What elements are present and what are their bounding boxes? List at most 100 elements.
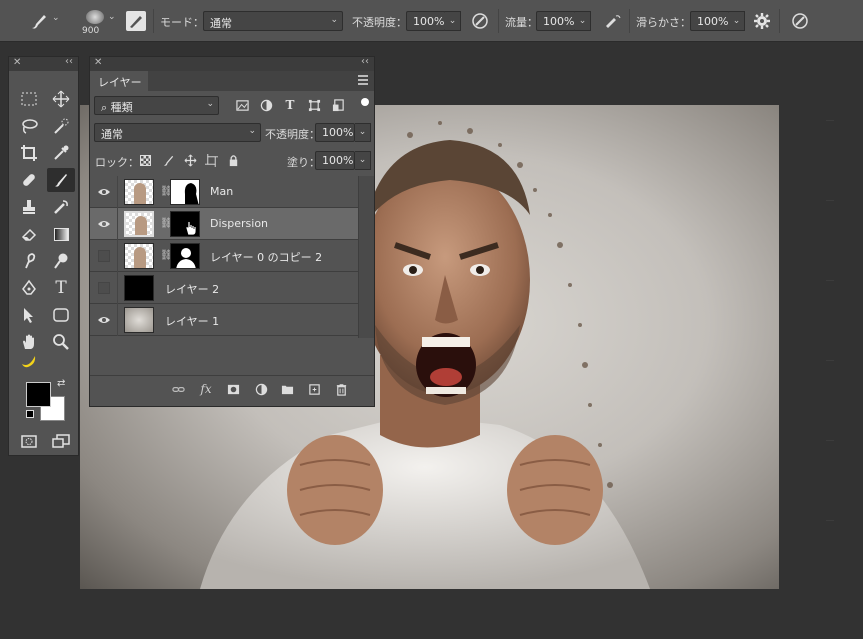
crop-icon[interactable] (15, 141, 43, 165)
close-icon[interactable]: ✕ (94, 57, 102, 68)
mode-select[interactable]: 通常 ⌄ (203, 11, 343, 31)
lock-position-icon[interactable] (182, 152, 198, 168)
opacity-dropdown-chevron-icon[interactable]: ⌄ (355, 123, 371, 142)
path-select-icon[interactable] (15, 303, 43, 327)
eyedropper-icon[interactable] (47, 141, 75, 165)
mode-label: モード： (160, 16, 204, 29)
swap-colors-icon[interactable]: ⇄ (57, 378, 65, 389)
flow-dropdown-chevron-icon[interactable]: ⌄ (575, 11, 591, 31)
visibility-eye-icon[interactable] (97, 313, 111, 327)
layer-thumbnail[interactable] (124, 275, 154, 301)
ruler-tick (826, 280, 834, 281)
adjustment-icon[interactable] (253, 381, 269, 397)
filter-toggle[interactable] (361, 98, 369, 106)
pressure-size-icon[interactable] (790, 11, 810, 31)
eraser-icon[interactable] (15, 222, 43, 246)
link-chain-icon[interactable]: ⛓ (160, 218, 173, 230)
gear-icon[interactable] (753, 12, 771, 30)
layers-scrollbar[interactable] (358, 176, 374, 338)
folder-icon[interactable] (279, 381, 295, 397)
filter-adjustment-icon[interactable] (258, 97, 274, 113)
layer-name[interactable]: レイヤー 0 のコピー 2 (210, 249, 322, 265)
tool-preset-chevron-icon[interactable]: ⌄ (52, 13, 60, 23)
blend-mode-select[interactable]: 通常 ⌄ (94, 123, 261, 142)
new-layer-icon[interactable] (306, 381, 322, 397)
flow-input[interactable]: 100% (536, 11, 576, 31)
lock-artboard-icon[interactable] (203, 152, 219, 168)
healing-icon[interactable] (15, 168, 43, 192)
layer-name[interactable]: Dispersion (210, 217, 268, 230)
move-icon[interactable] (47, 87, 75, 111)
type-icon[interactable]: T (47, 276, 75, 300)
filter-smart-object-icon[interactable] (330, 97, 346, 113)
layer-row-layer-1[interactable]: レイヤー 1 (90, 304, 358, 336)
quick-mask-icon[interactable] (15, 429, 43, 453)
panel-menu-icon[interactable] (358, 75, 368, 85)
fill-dropdown-chevron-icon[interactable]: ⌄ (355, 151, 371, 170)
visibility-eye-icon[interactable] (97, 185, 111, 199)
screen-mode-icon[interactable] (47, 429, 75, 453)
layer-row-layer-2[interactable]: レイヤー 2 (90, 272, 358, 304)
brush-tool-icon[interactable] (28, 10, 50, 32)
foreground-color-swatch[interactable] (26, 382, 51, 407)
layer-filter-select[interactable]: ⌕ 種類 ⌄ (94, 96, 219, 115)
layer-thumbnail[interactable] (124, 211, 154, 237)
visibility-eye-icon[interactable] (97, 217, 111, 231)
pen-icon[interactable] (15, 276, 43, 300)
fill-input[interactable]: 100% (315, 151, 355, 170)
pressure-opacity-icon[interactable] (470, 11, 490, 31)
layer-thumbnail[interactable] (124, 307, 154, 333)
brush-preset-picker[interactable]: ⌄ 900 (80, 8, 122, 38)
lock-all-icon[interactable] (225, 152, 241, 168)
opacity-dropdown-chevron-icon[interactable]: ⌄ (445, 11, 461, 31)
layer-thumbnail[interactable] (124, 243, 154, 269)
stamp-icon[interactable] (15, 195, 43, 219)
layer-thumbnail[interactable] (124, 179, 154, 205)
default-colors-icon[interactable] (26, 410, 34, 418)
layer-opacity-value: 100% (322, 126, 354, 139)
layer-name[interactable]: Man (210, 185, 233, 198)
visibility-toggle-off[interactable] (98, 282, 110, 294)
layer-row-dispersion[interactable]: ⛓ Dispersion (90, 208, 358, 240)
link-chain-icon[interactable]: ⛓ (160, 250, 173, 262)
lock-transparent-icon[interactable] (137, 152, 153, 168)
link-chain-icon[interactable]: ⛓ (160, 186, 173, 198)
smoothing-input[interactable]: 100% (690, 11, 730, 31)
shape-icon[interactable] (47, 303, 75, 327)
fx-icon[interactable]: fx (198, 381, 214, 397)
layer-name[interactable]: レイヤー 2 (165, 281, 219, 297)
layer-opacity-input[interactable]: 100% (315, 123, 355, 142)
visibility-toggle-off[interactable] (98, 250, 110, 262)
chevron-down-icon: ⌄ (248, 126, 256, 136)
quick-select-icon[interactable] (47, 114, 75, 138)
layer-row-layer-0-copy-2[interactable]: ⛓ レイヤー 0 のコピー 2 (90, 240, 358, 272)
lasso-icon[interactable] (15, 114, 43, 138)
history-brush-icon[interactable] (47, 195, 75, 219)
layer-mask-thumbnail[interactable] (170, 179, 200, 205)
opacity-input[interactable]: 100% (406, 11, 446, 31)
zoom-icon[interactable] (47, 330, 75, 354)
smudge-icon[interactable] (15, 249, 43, 273)
collapse-icon[interactable]: ‹‹ (361, 56, 369, 67)
collapse-icon[interactable]: ‹‹ (65, 56, 73, 67)
close-icon[interactable]: ✕ (13, 57, 21, 68)
banana-icon[interactable] (15, 349, 43, 373)
trash-icon[interactable] (333, 381, 349, 397)
lock-image-brush-icon[interactable] (160, 152, 176, 168)
link-icon[interactable] (170, 381, 186, 397)
filter-shape-icon[interactable] (306, 97, 322, 113)
filter-type-icon[interactable]: T (282, 97, 298, 113)
layer-row-man[interactable]: ⛓ Man (90, 176, 358, 208)
mask-icon[interactable] (225, 381, 241, 397)
layer-name[interactable]: レイヤー 1 (165, 313, 219, 329)
dodge-icon[interactable] (47, 249, 75, 273)
layer-mask-thumbnail[interactable] (170, 243, 200, 269)
tab-layers[interactable]: レイヤー (90, 71, 148, 91)
brush-settings-panel-icon[interactable] (126, 11, 146, 31)
filter-pixel-icon[interactable] (234, 97, 250, 113)
marquee-icon[interactable] (15, 87, 43, 111)
brush-icon[interactable] (47, 168, 75, 192)
smoothing-dropdown-chevron-icon[interactable]: ⌄ (729, 11, 745, 31)
gradient-icon[interactable] (47, 222, 75, 246)
airbrush-icon[interactable] (603, 11, 623, 31)
